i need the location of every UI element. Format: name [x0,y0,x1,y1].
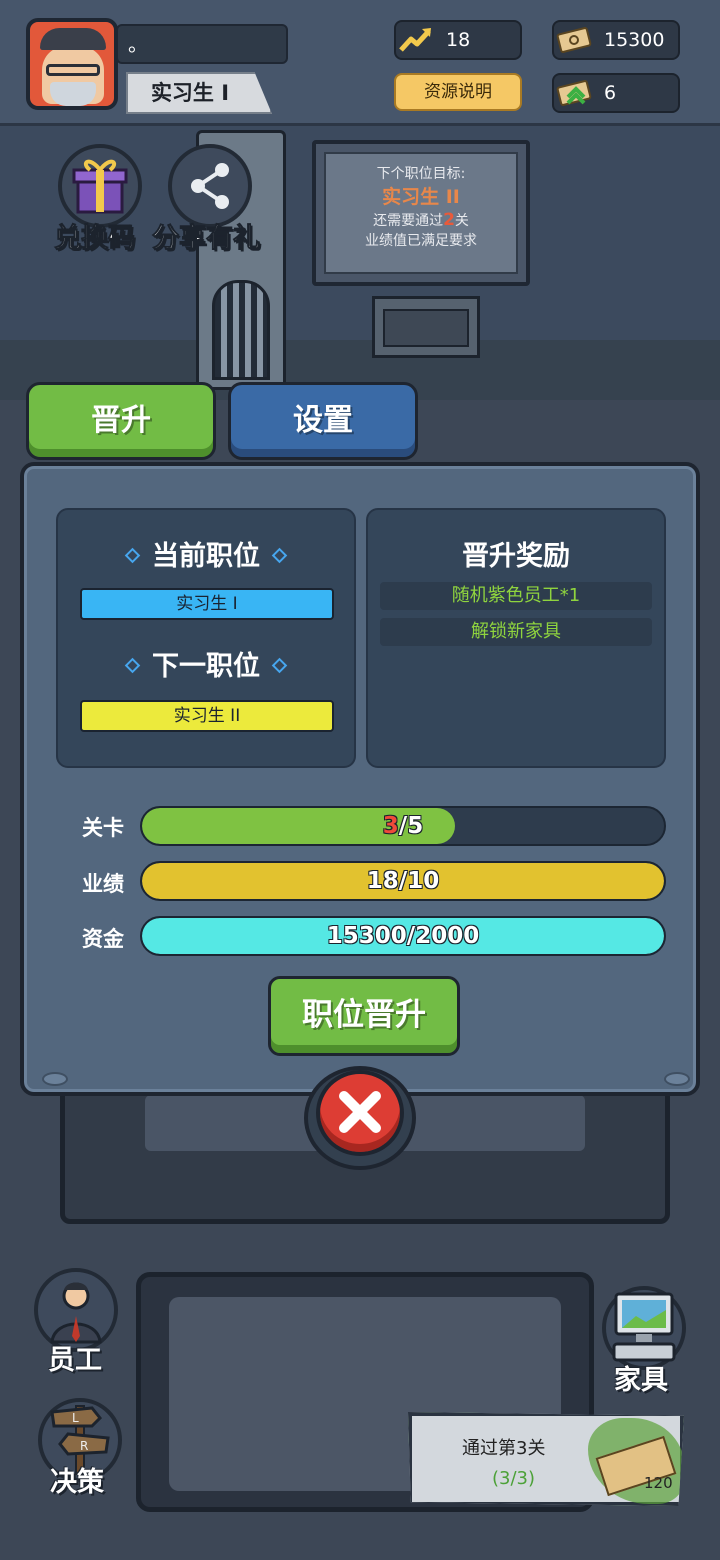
avatar-beard [50,82,96,106]
next-position-heading: 下一职位 [58,644,354,683]
promo-ticket-value: 6 [604,82,617,104]
share-icon [191,163,229,209]
level-progress-text: 3/5 [142,808,664,844]
diamond-icon [271,657,288,674]
cash-counter: 15300 [552,20,680,60]
goal-board-position: 实习生 II [382,186,460,208]
goal-board: 下个职位目标: 实习生 II 还需要通过2关 业绩值已满足要求 [312,140,530,286]
diamond-icon [271,547,288,564]
promo-ticket-icon [556,80,592,106]
level-total: /5 [398,813,424,839]
avatar-hat [40,28,106,50]
performance-counter: 18 [394,20,522,60]
promote-position-button[interactable]: 职位晋升 [268,976,460,1056]
goal-levels-number: 2 [443,210,455,230]
funds-progress-text: 15300/2000 [326,923,480,949]
staff-label: 员工 [48,1345,102,1376]
furniture-label: 家具 [614,1365,668,1396]
trend-up-icon [399,28,431,52]
performance-requirement-label: 业绩 [82,872,124,896]
current-position-value: 实习生 I [80,588,334,620]
goal-board-levels: 还需要通过2关 [326,210,516,231]
avatar-glasses [46,64,100,76]
task-reward-amount: 120 [644,1474,673,1492]
diamond-icon [124,547,141,564]
top-hud: 。 实习生 I 18 15300 资源说明 6 [0,0,720,126]
computer-icon [612,1292,676,1362]
current-position-heading: 当前职位 [58,534,354,573]
next-position-title: 下一职位 [152,651,260,682]
close-x-icon [339,1091,381,1133]
tab-settings[interactable]: 设置 [228,382,418,460]
player-avatar[interactable] [26,18,118,110]
level-current: 3 [382,813,399,839]
current-position-title: 当前职位 [152,541,260,572]
promotion-panel: 当前职位 实习生 I 下一职位 实习生 II 晋升奖励 随机紫色员工*1 解锁新… [20,462,700,1096]
promo-ticket-counter: 6 [552,73,680,113]
redeem-code-label: 兑换码 [54,223,136,255]
level-progress-bar: 3/5 [140,806,666,846]
goal-levels-prefix: 还需要通过 [373,213,444,229]
level-requirement-label: 关卡 [82,816,124,840]
employee-icon [50,1282,102,1344]
money-bill-icon [556,27,592,53]
performance-value: 18 [446,29,471,51]
gift-box-icon [72,159,128,214]
task-card[interactable]: 通过第3关 (3/3) 120 [408,1412,684,1506]
position-card: 当前职位 实习生 I 下一职位 实习生 II [56,508,356,768]
cash-value: 15300 [604,29,665,51]
goal-board-inner: 下个职位目标: 实习生 II 还需要通过2关 业绩值已满足要求 [324,152,518,274]
close-button[interactable] [304,1066,416,1170]
performance-progress-text: 18/10 [366,868,440,894]
player-rank-tag: 实习生 I [126,72,272,114]
svg-text:L: L [72,1411,79,1425]
reward-item: 解锁新家具 [380,618,652,646]
diamond-icon [124,657,141,674]
next-position-value: 实习生 II [80,700,334,732]
goal-board-title: 下个职位目标: [376,166,466,182]
resource-explain-button[interactable]: 资源说明 [394,73,522,111]
panel-bolt [42,1072,68,1086]
close-button-core [316,1070,404,1156]
svg-text:R: R [80,1439,88,1453]
office-safe [372,296,480,358]
panel-bolt [664,1072,690,1086]
task-title: 通过第3关 [462,1438,546,1459]
decision-label: 决策 [50,1467,104,1498]
safe-door [383,309,469,347]
radiator [212,280,270,380]
funds-requirement-label: 资金 [82,927,124,951]
funds-progress-bar: 15300/2000 [140,916,666,956]
tab-promotion[interactable]: 晋升 [26,382,216,460]
share-gift-label: 分享有礼 [152,223,261,255]
task-progress: (3/3) [492,1468,536,1489]
goal-levels-suffix: 关 [454,213,469,229]
reward-title: 晋升奖励 [462,541,570,572]
player-name: 。 [116,24,288,64]
reward-item: 随机紫色员工*1 [380,582,652,610]
performance-progress-bar: 18/10 [140,861,666,901]
goal-board-performance: 业绩值已满足要求 [365,233,477,249]
reward-card: 晋升奖励 随机紫色员工*1 解锁新家具 [366,508,666,768]
